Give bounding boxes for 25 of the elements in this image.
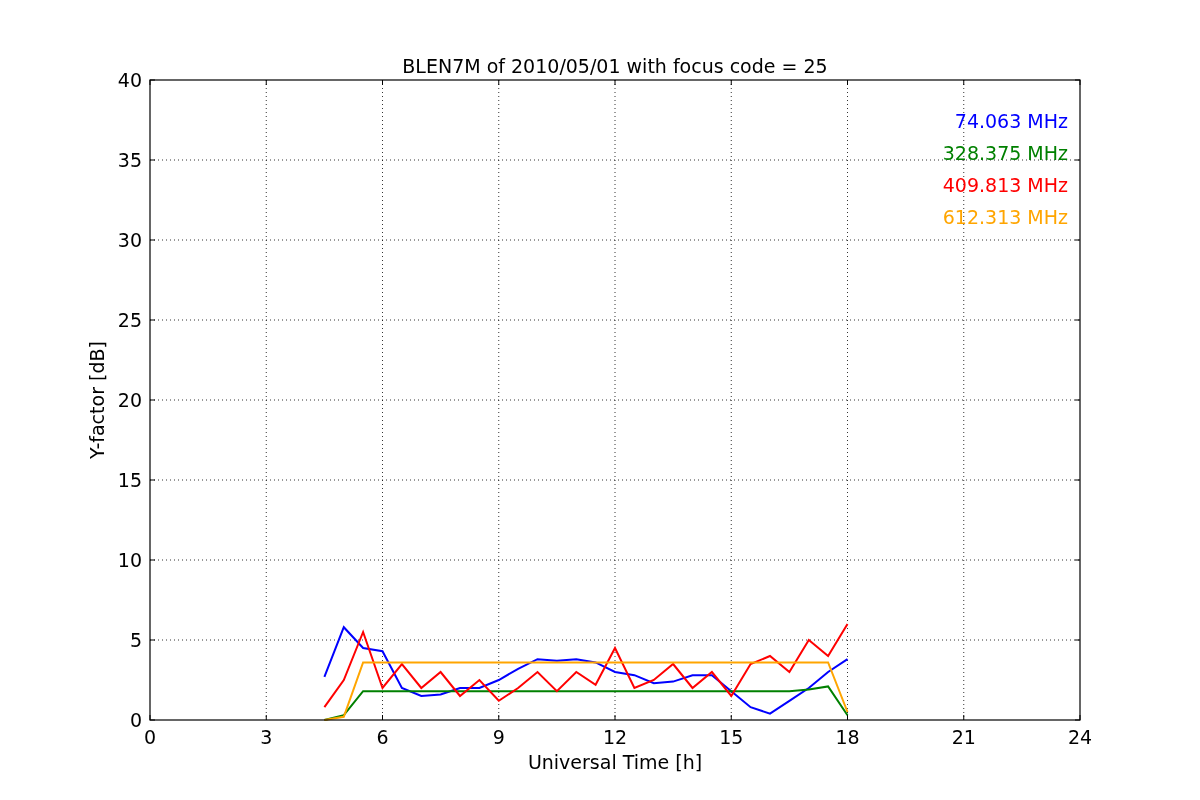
x-tick-label: 3 (260, 726, 273, 748)
x-tick-label: 9 (492, 726, 505, 748)
legend-label: 74.063 MHz (954, 110, 1068, 132)
y-tick-label: 40 (117, 69, 142, 91)
y-tick-label: 15 (117, 469, 142, 491)
x-tick-label: 0 (143, 726, 157, 748)
x-tick-label: 15 (719, 726, 744, 748)
x-tick-label: 6 (376, 726, 389, 748)
y-tick-label: 25 (117, 309, 142, 331)
x-tick-label: 12 (602, 726, 628, 748)
legend-label: 328.375 MHz (942, 142, 1068, 164)
y-tick-label: 0 (129, 709, 142, 731)
legend-label: 612.313 MHz (942, 206, 1068, 228)
x-axis-label: Universal Time [h] (527, 751, 703, 773)
x-tick-label: 24 (1067, 726, 1093, 748)
y-tick-label: 30 (117, 229, 142, 251)
y-tick-label: 35 (117, 149, 142, 171)
chart-title: BLEN7M of 2010/05/01 with focus code = 25 (402, 55, 828, 77)
y-tick-label: 5 (129, 629, 142, 651)
y-tick-label: 20 (117, 389, 142, 411)
x-tick-label: 18 (835, 726, 860, 748)
x-tick-label: 21 (951, 726, 976, 748)
y-tick-label: 10 (117, 549, 142, 571)
legend-label: 409.813 MHz (942, 174, 1068, 196)
y-axis-label: Y-factor [dB] (86, 341, 108, 459)
